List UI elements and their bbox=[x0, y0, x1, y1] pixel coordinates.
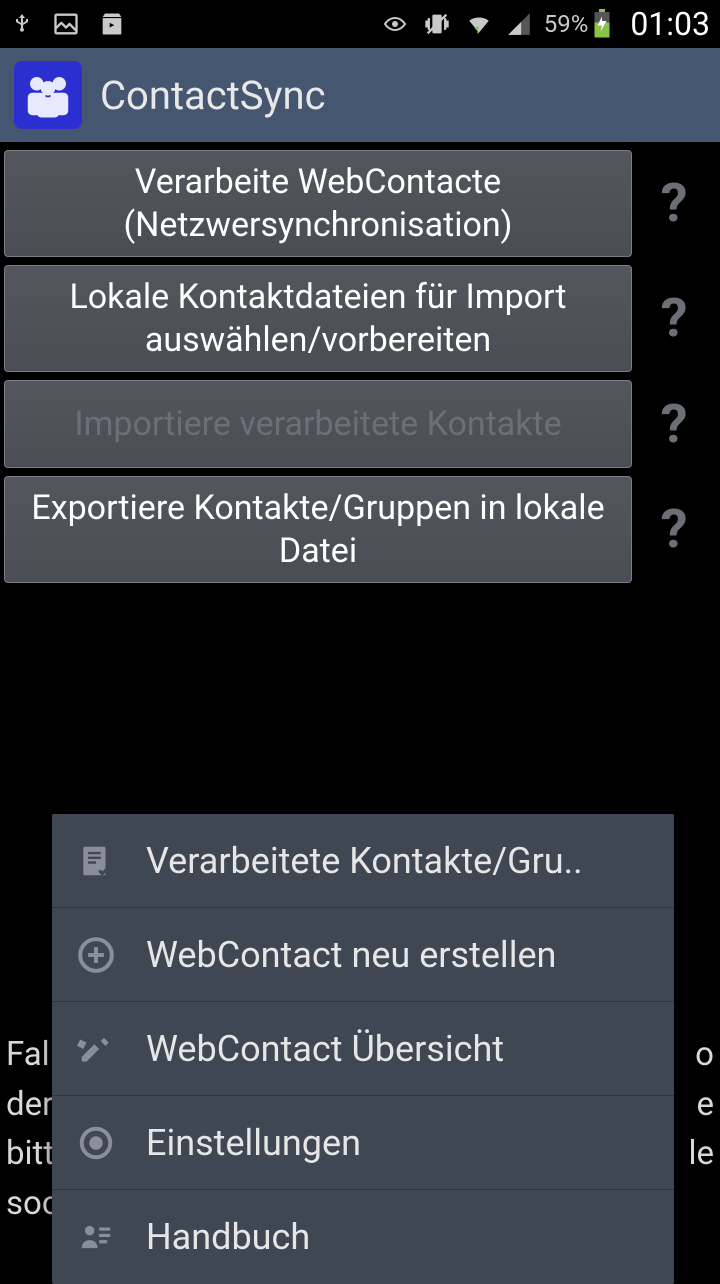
menu-processed-contacts[interactable]: Verarbeitete Kontakte/Gru.. bbox=[52, 814, 674, 908]
export-contacts-button[interactable]: Exportiere Kontakte/Gruppen in lokale Da… bbox=[4, 476, 632, 583]
status-bar: 59% 01:03 bbox=[0, 0, 720, 48]
menu-settings[interactable]: Einstellungen bbox=[52, 1096, 674, 1190]
eye-icon bbox=[380, 12, 410, 36]
app-bar: ContactSync bbox=[0, 48, 720, 142]
app-icon bbox=[14, 61, 82, 129]
help-icon[interactable]: ? bbox=[644, 287, 704, 350]
status-right: 59% 01:03 bbox=[380, 5, 710, 43]
tools-icon bbox=[74, 1027, 118, 1071]
bg-text-frag: e bbox=[697, 1085, 715, 1124]
overflow-menu: Verarbeitete Kontakte/Gru.. WebContact n… bbox=[52, 814, 674, 1284]
menu-new-webcontact[interactable]: WebContact neu erstellen bbox=[52, 908, 674, 1002]
vibrate-icon bbox=[422, 10, 452, 38]
help-icon[interactable]: ? bbox=[644, 172, 704, 235]
image-icon bbox=[52, 10, 80, 38]
menu-label: WebContact neu erstellen bbox=[146, 934, 556, 976]
bg-text-frag: Fal bbox=[6, 1035, 50, 1074]
battery-text: 59% bbox=[544, 10, 589, 38]
play-store-icon bbox=[98, 10, 126, 38]
usb-icon bbox=[10, 9, 34, 39]
help-icon[interactable]: ? bbox=[644, 498, 704, 561]
status-left bbox=[10, 9, 126, 39]
signal-icon bbox=[506, 11, 532, 37]
bg-text-frag: bitt bbox=[6, 1134, 54, 1173]
document-check-icon bbox=[74, 839, 118, 883]
menu-label: WebContact Übersicht bbox=[146, 1028, 504, 1070]
menu-label: Einstellungen bbox=[146, 1122, 361, 1164]
main-area: Verarbeite WebContacte (Netzwersynchroni… bbox=[0, 142, 720, 583]
menu-handbook[interactable]: Handbuch bbox=[52, 1190, 674, 1284]
help-icon[interactable]: ? bbox=[644, 393, 704, 456]
process-webcontacts-button[interactable]: Verarbeite WebContacte (Netzwersynchroni… bbox=[4, 150, 632, 257]
menu-webcontact-overview[interactable]: WebContact Übersicht bbox=[52, 1002, 674, 1096]
battery-indicator: 59% bbox=[544, 9, 613, 39]
bg-text-frag: o bbox=[695, 1035, 714, 1074]
menu-label: Verarbeitete Kontakte/Gru.. bbox=[146, 840, 583, 882]
clock: 01:03 bbox=[630, 5, 710, 43]
gear-icon bbox=[74, 1121, 118, 1165]
bg-text-frag: le bbox=[688, 1134, 714, 1173]
bg-text-frag: der bbox=[6, 1085, 53, 1124]
wifi-icon bbox=[464, 11, 494, 37]
person-lines-icon bbox=[74, 1215, 118, 1259]
import-processed-contacts-button: Importiere verarbeitete Kontakte bbox=[4, 380, 632, 468]
app-title: ContactSync bbox=[100, 72, 326, 119]
plus-circle-icon bbox=[74, 933, 118, 977]
select-local-files-button[interactable]: Lokale Kontaktdateien für Import auswähl… bbox=[4, 265, 632, 372]
menu-label: Handbuch bbox=[146, 1216, 310, 1258]
